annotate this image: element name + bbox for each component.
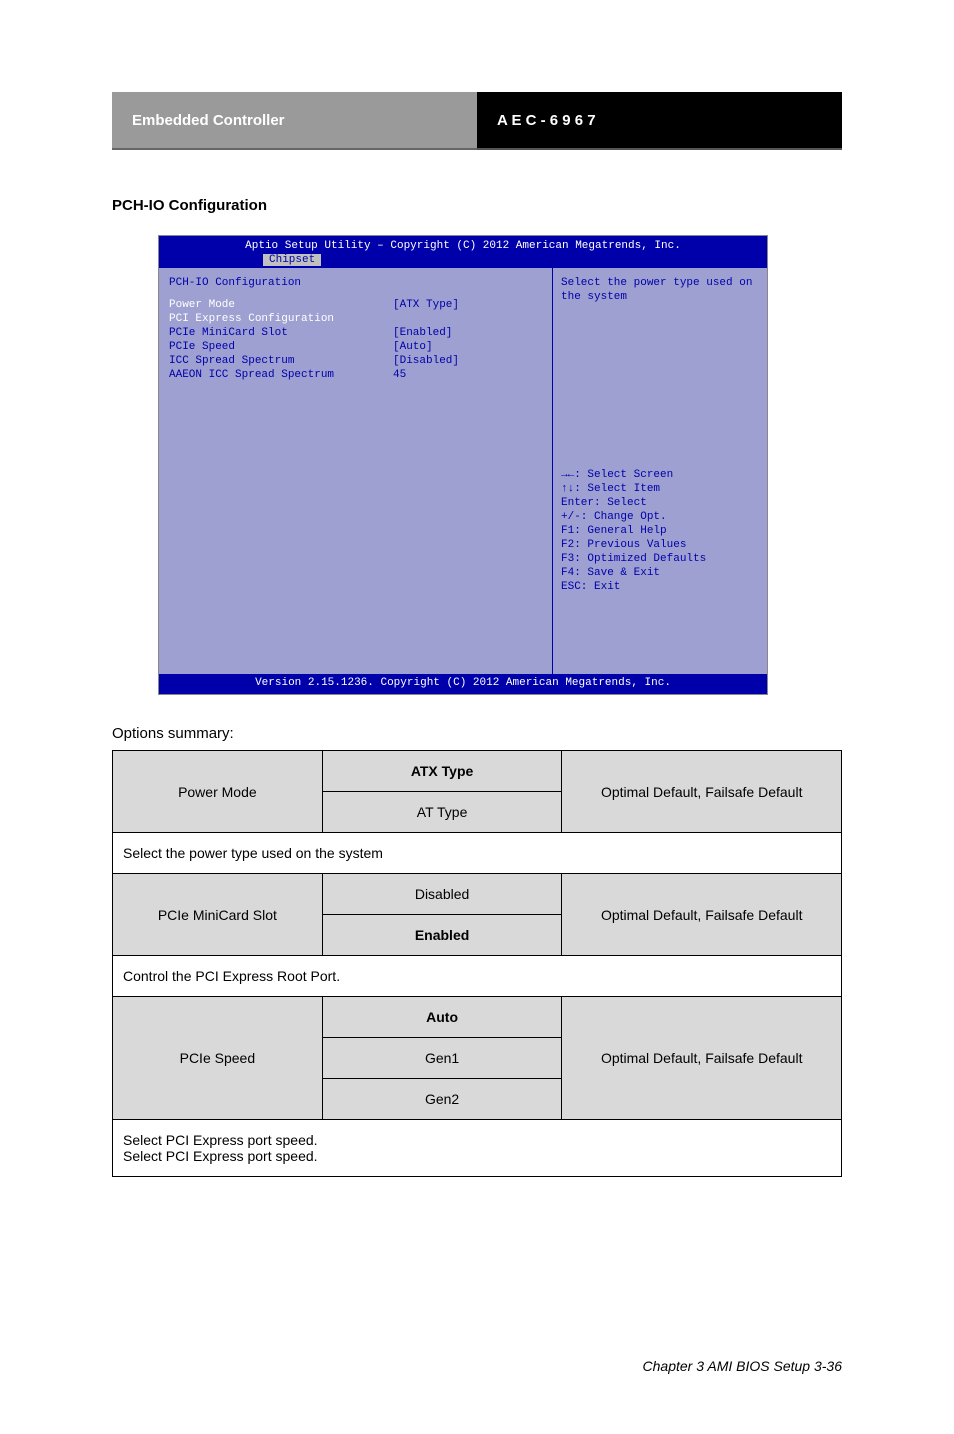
bios-row-label: PCI Express Configuration — [169, 312, 393, 326]
bios-help-line: ESC: Exit — [561, 580, 706, 594]
bios-row-label: AAEON ICC Spread Spectrum — [169, 368, 393, 382]
opt-name: Power Mode — [113, 751, 323, 833]
bios-tab-active: Chipset — [263, 254, 321, 266]
page-header-bar: Embedded Controller A E C - 6 9 6 7 — [112, 92, 842, 150]
chapter-footer: Chapter 3 AMI BIOS Setup 3-36 — [643, 1358, 842, 1374]
bios-footer: Version 2.15.1236. Copyright (C) 2012 Am… — [159, 674, 767, 692]
bios-heading: PCH-IO Configuration — [169, 276, 393, 290]
bios-help-line: +/-: Change Opt. — [561, 510, 706, 524]
bios-help-line: →←: Select Screen — [561, 468, 706, 482]
opt-description: Select PCI Express port speed. Select PC… — [113, 1120, 842, 1177]
opt-value: Auto — [322, 997, 562, 1038]
bios-row-value: [Enabled] — [393, 326, 452, 340]
bios-help-line: F2: Previous Values — [561, 538, 706, 552]
bios-row-value: [Disabled] — [393, 354, 459, 368]
bios-tab-row: Chipset — [159, 252, 767, 268]
opt-default: Optimal Default, Failsafe Default — [562, 874, 842, 956]
opt-name: PCIe MiniCard Slot — [113, 874, 323, 956]
opt-value: Gen2 — [322, 1079, 562, 1120]
opt-description: Select the power type used on the system — [113, 833, 842, 874]
section-title: PCH-IO Configuration — [112, 197, 267, 214]
bios-screenshot: Aptio Setup Utility – Copyright (C) 2012… — [158, 235, 768, 695]
opt-value: ATX Type — [322, 751, 562, 792]
bios-help-line: Enter: Select — [561, 496, 706, 510]
opt-value: Gen1 — [322, 1038, 562, 1079]
opt-default: Optimal Default, Failsafe Default — [562, 997, 842, 1120]
bios-help-line: F4: Save & Exit — [561, 566, 706, 580]
bios-row-label: ICC Spread Spectrum — [169, 354, 393, 368]
header-right: A E C - 6 9 6 7 — [477, 92, 842, 150]
bios-row-value: [Auto] — [393, 340, 433, 354]
opt-value: Enabled — [322, 915, 562, 956]
bios-help-line: ↑↓: Select Item — [561, 482, 706, 496]
opt-name: PCIe Speed — [113, 997, 323, 1120]
bios-row-label: PCIe MiniCard Slot — [169, 326, 393, 340]
bios-row-label: PCIe Speed — [169, 340, 393, 354]
bios-title: Aptio Setup Utility – Copyright (C) 2012… — [159, 236, 767, 252]
bios-row-label: Power Mode — [169, 298, 393, 312]
header-left: Embedded Controller — [112, 92, 477, 150]
bios-right-pane: Select the power type used on the system… — [553, 268, 767, 674]
bios-key-help: →←: Select Screen↑↓: Select ItemEnter: S… — [561, 468, 706, 594]
bios-row-value: [ATX Type] — [393, 298, 459, 312]
bios-help-line: F1: General Help — [561, 524, 706, 538]
opt-value: Disabled — [322, 874, 562, 915]
bios-row-value: 45 — [393, 368, 406, 382]
opt-description: Control the PCI Express Root Port. — [113, 956, 842, 997]
bios-help-top: Select the power type used on the system — [561, 276, 759, 304]
opt-default: Optimal Default, Failsafe Default — [562, 751, 842, 833]
bios-help-line: F3: Optimized Defaults — [561, 552, 706, 566]
bios-left-pane: PCH-IO Configuration Power Mode[ATX Type… — [159, 268, 553, 674]
options-label: Options summary: — [112, 725, 234, 742]
options-table: Power ModeATX TypeOptimal Default, Fails… — [112, 750, 842, 1177]
opt-value: AT Type — [322, 792, 562, 833]
